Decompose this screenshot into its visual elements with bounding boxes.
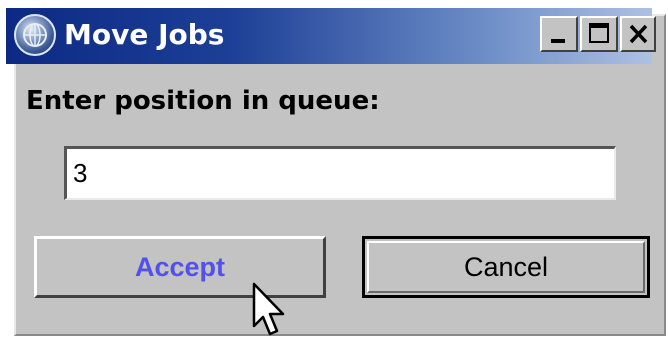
cancel-button-label: Cancel [463,252,549,282]
queue-position-input[interactable]: 3 [64,146,616,200]
position-prompt-label: Enter position in queue: [26,86,380,116]
globe-gear-icon[interactable] [14,14,56,56]
close-button[interactable] [620,16,656,52]
minimize-button[interactable] [540,16,578,52]
maximize-icon [589,23,609,43]
cancel-button[interactable]: Cancel [362,236,650,298]
minimize-icon [551,39,565,43]
arrow-pointer-icon [252,282,285,336]
close-icon [629,24,648,44]
title-bar[interactable]: Move Jobs [6,8,656,64]
accept-button-label: Accept [134,252,226,282]
window-title: Move Jobs [64,18,225,51]
maximize-button[interactable] [580,16,618,52]
